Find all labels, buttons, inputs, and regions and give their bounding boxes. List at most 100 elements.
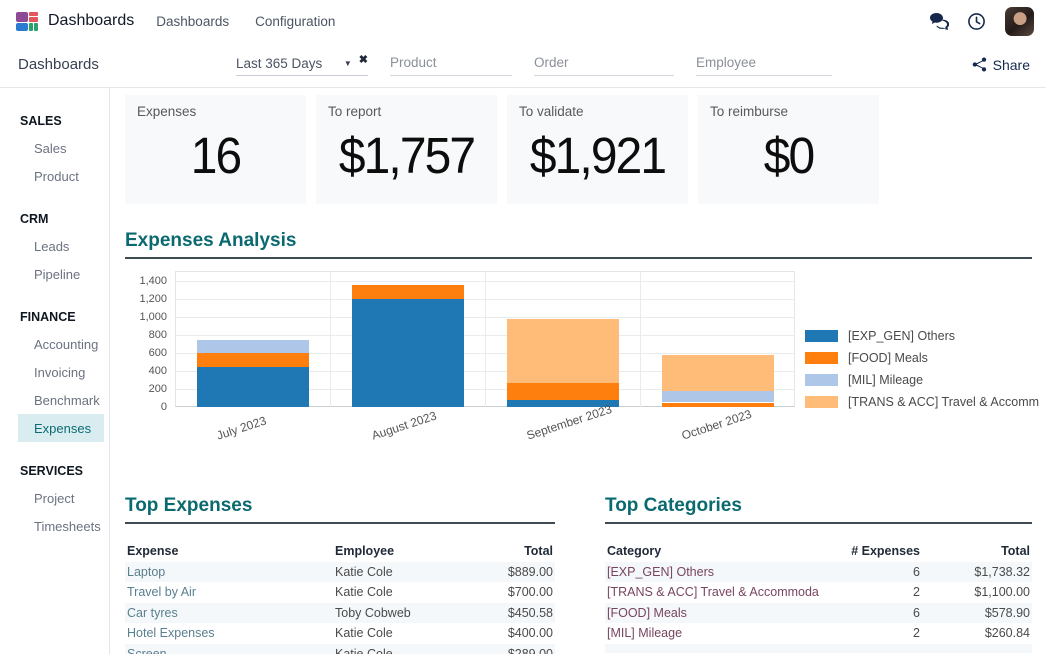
sidebar-section-crm: CRMLeadsPipeline: [0, 206, 109, 288]
sidebar-item-invoicing[interactable]: Invoicing: [18, 358, 104, 386]
table-row: [EXP_GEN] Others6$1,738.32: [605, 562, 1032, 583]
share-button[interactable]: Share: [972, 55, 1030, 75]
record-link[interactable]: Hotel Expenses: [127, 626, 335, 640]
bar-segment[interactable]: [662, 355, 774, 391]
kpi-card-label: To report: [328, 104, 485, 119]
table-cell: $1,738.32: [920, 565, 1030, 579]
legend-swatch: [805, 396, 838, 408]
messages-icon[interactable]: [929, 11, 949, 31]
table-row: Travel by AirKatie Cole$700.00: [125, 582, 555, 603]
main-content: Expenses16 To report $1,757 To validate$1,9…: [110, 88, 1046, 654]
x-axis-label: October 2023: [680, 407, 753, 443]
sidebar-item-leads[interactable]: Leads: [18, 232, 104, 260]
bar-segment[interactable]: [352, 299, 464, 407]
top-categories-section: Top Categories Category# ExpensesTotal[E…: [605, 495, 1032, 654]
gridline: [485, 271, 486, 407]
column-header: Total: [461, 544, 553, 558]
record-link[interactable]: Travel by Air: [127, 585, 335, 599]
record-link[interactable]: [MIL] Mileage: [607, 626, 848, 640]
bar-segment[interactable]: [197, 353, 309, 367]
topnav-menu-dashboards[interactable]: Dashboards: [156, 14, 229, 29]
y-axis-tick: 600: [125, 347, 167, 359]
record-link[interactable]: Laptop: [127, 565, 335, 579]
table-header-row: ExpenseEmployeeTotal: [125, 541, 555, 562]
top-menu: Dashboards Configuration: [156, 14, 335, 29]
clear-filter-icon[interactable]: ✖: [359, 53, 368, 66]
kpi-card-expenses: Expenses16: [125, 95, 306, 204]
gridline: [640, 271, 641, 407]
sidebar-item-benchmark[interactable]: Benchmark: [18, 386, 104, 414]
top-expenses-table: ExpenseEmployeeTotal LaptopKatie Cole$889…: [125, 541, 555, 654]
product-filter-input[interactable]: [390, 53, 512, 76]
record-link[interactable]: Car tyres: [127, 606, 335, 620]
sidebar-item-sales[interactable]: Sales: [18, 134, 104, 162]
topnav-menu-configuration[interactable]: Configuration: [255, 14, 335, 29]
legend-label: [MIL] Mileage: [848, 373, 923, 387]
y-axis-tick: 1,400: [125, 275, 167, 287]
employee-filter-input[interactable]: [696, 53, 832, 76]
y-axis-tick: 400: [125, 365, 167, 377]
legend-item[interactable]: [EXP_GEN] Others: [805, 329, 1039, 343]
kpi-card-to-validate: To validate$1,921: [507, 95, 688, 204]
chart-legend: [EXP_GEN] Others [FOOD] Meals [MIL] Mileag…: [805, 329, 1039, 457]
top-expenses-section: Top Expenses ExpenseEmployeeTotal LaptopK…: [125, 495, 555, 654]
user-avatar[interactable]: [1005, 7, 1034, 36]
table-cell: $400.00: [461, 626, 553, 640]
date-range-filter[interactable]: Last 365 Days ▼ ✖: [236, 54, 368, 76]
legend-label: [FOOD] Meals: [848, 351, 928, 365]
bar-segment[interactable]: [662, 391, 774, 403]
y-axis-tick: 200: [125, 383, 167, 395]
x-axis-label: September 2023: [525, 402, 614, 443]
sidebar-section-title: SERVICES: [0, 458, 109, 484]
filter-bar: Last 365 Days ▼ ✖: [236, 53, 832, 76]
app-name[interactable]: Dashboards: [48, 12, 134, 30]
bar-segment[interactable]: [352, 285, 464, 299]
order-filter-input[interactable]: [534, 53, 674, 76]
record-link[interactable]: [TRANS & ACC] Travel & Accommoda: [607, 585, 848, 599]
table-cell: $700.00: [461, 585, 553, 599]
legend-item[interactable]: [TRANS & ACC] Travel & Accomm: [805, 395, 1039, 409]
record-link[interactable]: [EXP_GEN] Others: [607, 565, 848, 579]
legend-item[interactable]: [MIL] Mileage: [805, 373, 1039, 387]
sidebar-item-product[interactable]: Product: [18, 162, 104, 190]
bar-segment[interactable]: [507, 383, 619, 400]
caret-down-icon[interactable]: ▼: [344, 59, 352, 68]
top-navbar: Dashboards Dashboards Configuration: [0, 0, 1046, 42]
bar-segment[interactable]: [507, 319, 619, 383]
legend-label: [TRANS & ACC] Travel & Accomm: [848, 395, 1039, 409]
table-cell: $889.00: [461, 565, 553, 579]
kpi-card-label: To validate: [519, 104, 676, 119]
sidebar-section-services: SERVICESProjectTimesheets: [0, 458, 109, 540]
sidebar-section-sales: SALESSalesProduct: [0, 108, 109, 190]
table-cell: Toby Cobweb: [335, 606, 461, 620]
table-cell: Katie Cole: [335, 565, 461, 579]
sidebar-section-title: SALES: [0, 108, 109, 134]
bar-segment[interactable]: [662, 403, 774, 408]
legend-label: [EXP_GEN] Others: [848, 329, 955, 343]
sidebar-item-accounting[interactable]: Accounting: [18, 330, 104, 358]
column-header: # Expenses: [848, 544, 920, 558]
y-axis-tick: 800: [125, 329, 167, 341]
kpi-cards: Expenses16 To report $1,757 To validate$1,9…: [125, 95, 1032, 204]
sidebar-item-pipeline[interactable]: Pipeline: [18, 260, 104, 288]
sidebar-item-project[interactable]: Project: [18, 484, 104, 512]
bar-segment[interactable]: [197, 340, 309, 353]
sidebar-item-timesheets[interactable]: Timesheets: [18, 512, 104, 540]
table-row: [FOOD] Meals6$578.90: [605, 603, 1032, 624]
activity-clock-icon[interactable]: [967, 11, 987, 31]
table-cell: $578.90: [920, 606, 1030, 620]
top-expenses-title: Top Expenses: [125, 495, 555, 524]
sidebar-item-expenses[interactable]: Expenses: [18, 414, 104, 442]
expenses-analysis-chart: 02004006008001,0001,2001,400July 2023Aug…: [125, 271, 793, 457]
record-link[interactable]: [FOOD] Meals: [607, 606, 848, 620]
table-cell: $1,100.00: [920, 585, 1030, 599]
kpi-card-label: Expenses: [137, 104, 294, 119]
app-logo-icon[interactable]: [16, 12, 38, 31]
kpi-card-label: To reimburse: [710, 104, 867, 119]
bar-segment[interactable]: [197, 367, 309, 407]
table-cell: 2: [848, 626, 920, 640]
legend-item[interactable]: [FOOD] Meals: [805, 351, 1039, 365]
x-axis-label: July 2023: [215, 413, 268, 442]
record-link[interactable]: Screen: [127, 647, 335, 654]
kpi-card-value: $1,757: [333, 126, 481, 185]
